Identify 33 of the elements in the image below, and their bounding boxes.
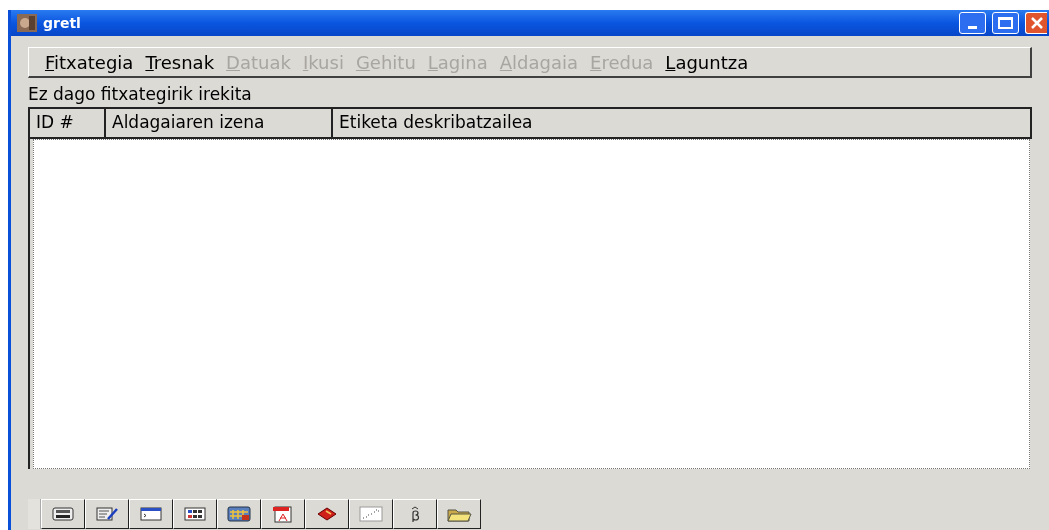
toolbar-button[interactable] xyxy=(261,499,305,529)
window-title: gretl xyxy=(43,13,81,33)
menu-item[interactable]: Fitxategia xyxy=(43,48,136,76)
column-header[interactable]: Aldagaiaren izena xyxy=(106,107,333,139)
toolbar-button[interactable] xyxy=(41,499,85,529)
status-text: Ez dago fitxategirik irekita xyxy=(28,84,252,104)
edit-script-icon xyxy=(96,506,118,522)
book-icon xyxy=(316,506,338,522)
folder-icon xyxy=(446,506,472,522)
close-icon xyxy=(1029,16,1044,30)
close-button[interactable] xyxy=(1025,12,1047,34)
grid-icon xyxy=(184,507,206,521)
toolbar-button[interactable] xyxy=(393,499,437,529)
calculator-icon xyxy=(52,507,74,521)
maximize-icon xyxy=(998,17,1013,29)
toolbar-button[interactable] xyxy=(349,499,393,529)
toolbar-button[interactable] xyxy=(129,499,173,529)
matrix-icon xyxy=(227,506,251,522)
toolbar-button[interactable] xyxy=(173,499,217,529)
maximize-button[interactable] xyxy=(992,12,1019,34)
console-icon xyxy=(140,507,162,521)
scatter-plot-icon xyxy=(359,506,383,522)
toolbar-button[interactable] xyxy=(305,499,349,529)
toolbar-button[interactable] xyxy=(85,499,129,529)
app-icon xyxy=(17,14,37,32)
minimize-icon xyxy=(968,26,977,29)
menu-item[interactable]: Tresnak xyxy=(143,48,217,76)
column-header[interactable]: Etiketa deskribatzailea xyxy=(333,107,1032,139)
pdf-document-icon xyxy=(272,505,294,523)
menu-item[interactable]: Laguntza xyxy=(663,48,751,76)
toolbar-button[interactable] xyxy=(217,499,261,529)
toolbar-button[interactable] xyxy=(437,499,481,529)
minimize-button[interactable] xyxy=(959,12,986,34)
